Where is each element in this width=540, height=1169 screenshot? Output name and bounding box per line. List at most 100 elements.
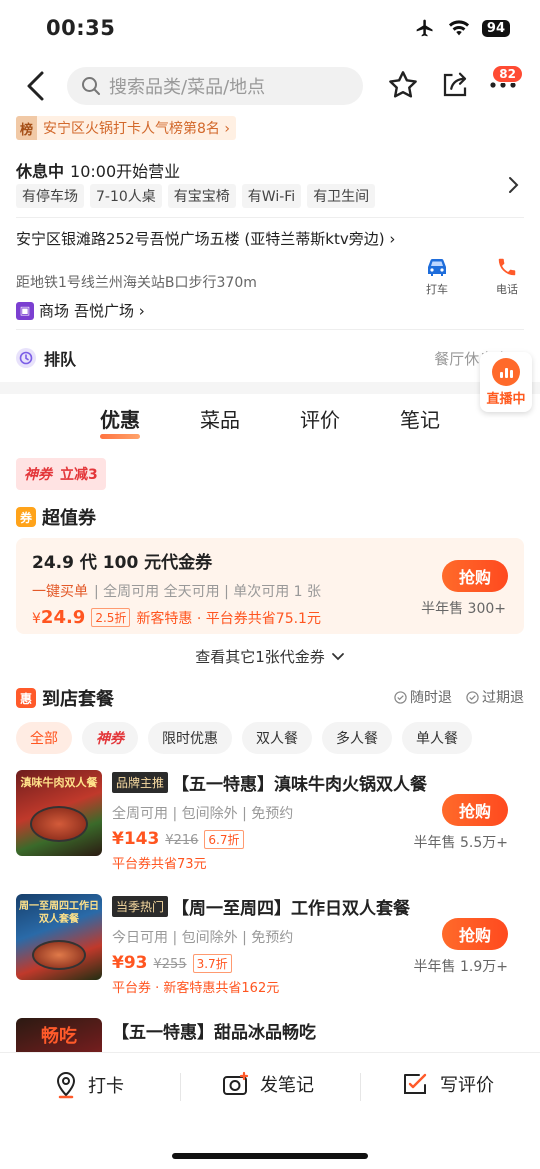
filter-shenquan[interactable]: 神券: [82, 722, 138, 754]
mall-link[interactable]: ▣ 商场 吾悦广场 ›: [16, 300, 145, 321]
deal-title: 【五一特惠】甜品冰品畅吃: [112, 1023, 316, 1043]
home-indicator: [172, 1153, 368, 1159]
back-button[interactable]: [22, 70, 52, 102]
bottom-action-bar: 打卡 发笔记 写评价: [0, 1052, 540, 1169]
write-review-button[interactable]: 写评价: [402, 1071, 494, 1097]
discount-icon: 惠: [16, 688, 36, 708]
deal-item[interactable]: 周一至周四工作日双人套餐 当季热门 【周一至周四】工作日双人套餐 今日可用 | 包…: [16, 894, 524, 1004]
metro-distance: 距地铁1号线兰州海关站B口步行370m: [16, 275, 257, 291]
wifi-icon: [448, 20, 469, 36]
live-icon: [492, 358, 520, 386]
divider: [180, 1073, 181, 1101]
post-note-label: 发笔记: [260, 1075, 314, 1096]
voucher-tag-text: | 全周可用 全天可用 | 单次可用 1 张: [94, 584, 322, 600]
phone-icon: [498, 258, 516, 276]
deal-info: 当季热门 【周一至周四】工作日双人套餐 今日可用 | 包间除外 | 免预约 ¥93…: [112, 894, 412, 996]
phone-label: 电话: [496, 283, 518, 296]
business-hours[interactable]: 休息中 10:00开始营业: [16, 158, 180, 182]
chevron-right-icon: [509, 177, 519, 193]
battery-indicator: 94: [481, 19, 510, 37]
share-icon: [443, 72, 467, 97]
chevron-down-icon: [331, 652, 344, 660]
facility-chip: 有卫生间: [307, 184, 376, 208]
voucher-buy-button[interactable]: 抢购: [442, 560, 508, 592]
deal-discount: 3.7折: [192, 954, 232, 973]
deal-buy-button[interactable]: 抢购: [442, 794, 508, 826]
deal-saving: 平台券 · 新客特惠共省162元: [112, 981, 280, 996]
refund-anytime: 随时退: [394, 687, 452, 707]
phone-button[interactable]: 电话: [482, 256, 532, 297]
divider: [16, 329, 524, 330]
divider: [16, 217, 524, 218]
checkin-button[interactable]: 打卡: [54, 1071, 124, 1099]
voucher-tag-highlight: 一键买单: [32, 584, 88, 600]
edit-review-icon: [404, 1073, 427, 1094]
deal-tag: 品牌主推: [112, 772, 169, 793]
deal-usage: 今日可用 | 包间除外 | 免预约: [112, 930, 294, 946]
deal-title: 品牌主推 【五一特惠】滇味牛肉火锅双人餐: [112, 770, 427, 795]
deal-item[interactable]: 滇味牛肉双人餐 品牌主推 【五一特惠】滇味牛肉火锅双人餐 全周可用 | 包间除外 …: [16, 770, 524, 880]
deal-buy-button[interactable]: 抢购: [442, 918, 508, 950]
hours-open: 10:00开始营业: [70, 162, 181, 181]
location-pin-icon: [56, 1071, 76, 1099]
rank-tag[interactable]: 榜 安宁区火锅打卡人气榜第8名 ›: [16, 116, 236, 140]
hours-detail-button[interactable]: [508, 176, 520, 198]
facility-chip: 7-10人桌: [90, 184, 162, 208]
mall-label: 商场: [39, 302, 70, 320]
status-icons: 94: [414, 18, 510, 38]
filter-double[interactable]: 双人餐: [242, 722, 312, 754]
queue-row[interactable]: 排队: [16, 346, 76, 370]
shenquan-label: 神券: [24, 467, 52, 483]
set-title: 到店套餐: [42, 689, 114, 710]
deal-price: ¥143: [112, 829, 160, 849]
favorite-button[interactable]: [386, 68, 420, 102]
post-note-button[interactable]: 发笔记: [222, 1071, 314, 1097]
filter-all[interactable]: 全部: [16, 722, 72, 754]
hours-state: 休息中: [16, 162, 65, 181]
voucher-section-title: 券 超值券: [16, 504, 96, 530]
filter-group[interactable]: 多人餐: [322, 722, 392, 754]
notification-badge: 82: [492, 65, 523, 83]
tab-dishes[interactable]: 菜品: [200, 404, 240, 439]
taxi-button[interactable]: 打车: [412, 256, 462, 297]
deal-usage: 全周可用 | 包间除外 | 免预约: [112, 806, 294, 822]
tab-deals[interactable]: 优惠: [100, 404, 140, 439]
shenquan-coupon[interactable]: 神券 立减3: [16, 458, 106, 490]
facility-chip: 有宝宝椅: [167, 184, 236, 208]
voucher-card[interactable]: 24.9 代 100 元代金券 一键买单 | 全周可用 全天可用 | 单次可用 …: [16, 538, 524, 634]
write-review-label: 写评价: [440, 1075, 494, 1096]
refund-expired: 过期退: [466, 687, 524, 707]
deal-sold: 半年售 5.5万+: [413, 835, 508, 851]
deal-title: 当季热门 【周一至周四】工作日双人套餐: [112, 894, 412, 919]
tab-notes[interactable]: 笔记: [400, 404, 440, 439]
filter-chips: 全部 神券 限时优惠 双人餐 多人餐 单人餐: [16, 722, 472, 754]
tab-reviews[interactable]: 评价: [300, 404, 340, 439]
deal-info: 品牌主推 【五一特惠】滇味牛肉火锅双人餐 全周可用 | 包间除外 | 免预约 ¥1…: [112, 770, 427, 872]
queue-label: 排队: [44, 350, 77, 369]
search-input[interactable]: 搜索品类/菜品/地点: [67, 67, 363, 105]
filter-limited[interactable]: 限时优惠: [148, 722, 232, 754]
voucher-saving: 新客特惠 · 平台券共省75.1元: [136, 610, 321, 627]
deal-sold: 半年售 1.9万+: [413, 959, 508, 975]
live-float-button[interactable]: 直播中: [480, 352, 532, 412]
mall-icon: ▣: [16, 301, 34, 320]
voucher-title: 超值券: [42, 508, 96, 529]
more-vouchers-button[interactable]: 查看其它1张代金券: [0, 646, 540, 667]
airplane-icon: [416, 19, 433, 37]
deal-price: ¥93: [112, 953, 148, 973]
coupon-icon: 券: [16, 507, 36, 527]
filter-single[interactable]: 单人餐: [402, 722, 472, 754]
deal-discount: 6.7折: [204, 830, 244, 849]
deal-saving: 平台券共省73元: [112, 857, 207, 872]
more-vouchers-label: 查看其它1张代金券: [195, 648, 325, 666]
deal-original-price: ¥255: [153, 957, 187, 972]
facility-chip: 有Wi-Fi: [241, 184, 302, 208]
section-separator: [0, 382, 540, 394]
check-circle-icon: [394, 690, 407, 704]
status-time: 00:35: [46, 16, 116, 40]
address-line[interactable]: 安宁区银滩路252号吾悦广场五楼 (亚特兰蒂斯ktv旁边) ›: [16, 228, 396, 250]
deal-info: 【五一特惠】甜品冰品畅吃: [112, 1018, 412, 1043]
facility-chip: 有停车场: [16, 184, 84, 208]
mall-name: 吾悦广场 ›: [74, 302, 145, 320]
share-button[interactable]: [438, 68, 472, 102]
